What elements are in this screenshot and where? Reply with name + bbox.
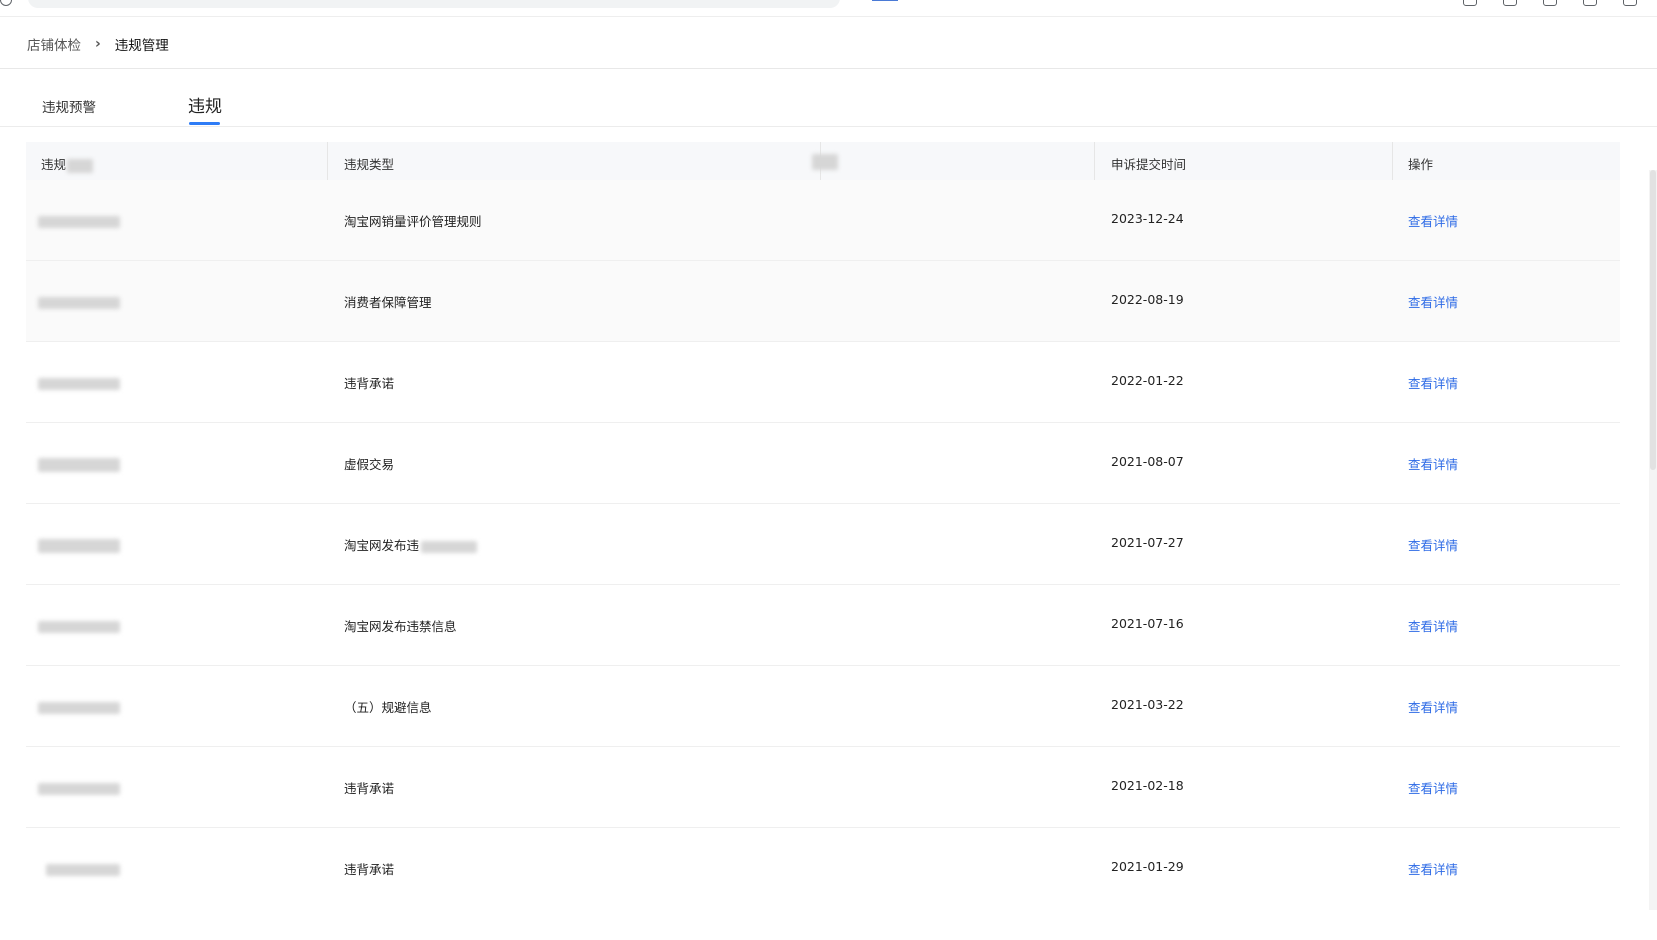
violation-type: （五）规避信息 [344,700,432,715]
table-header: 违规 违规类型 申诉提交时间 操作 [26,142,1620,180]
violation-id [38,375,120,390]
active-tab-indicator [189,122,220,125]
header-actions: 操作 [1408,157,1434,172]
redacted-text [67,158,94,173]
violation-type: 淘宝网发布违 [344,535,478,554]
browser-action-icon[interactable] [1543,0,1557,6]
redacted-text [38,538,120,553]
scrollbar-thumb[interactable] [1650,170,1656,470]
violation-id [38,537,120,553]
redacted-text [421,540,478,553]
violation-type: 违背承诺 [344,781,395,796]
view-details-link[interactable]: 查看详情 [1408,859,1458,878]
violation-id [38,456,120,472]
appeal-date: 2021-07-16 [1111,616,1184,631]
reload-icon[interactable] [0,0,12,6]
appeal-date: 2023-12-24 [1111,211,1184,226]
appeal-date: 2021-07-27 [1111,535,1184,550]
breadcrumb-parent[interactable]: 店铺体检 [27,34,81,54]
violation-table: 违规 违规类型 申诉提交时间 操作 淘宝网销量评价管理规则 2023-12-24… [26,142,1620,908]
breadcrumb: 店铺体检 › 违规管理 [27,34,169,54]
browser-action-icon[interactable] [1503,0,1517,6]
view-details-link[interactable]: 查看详情 [1408,616,1458,635]
violation-type: 淘宝网销量评价管理规则 [344,214,482,229]
redacted-text [46,863,120,876]
violation-type: 违背承诺 [344,376,395,391]
view-details-link[interactable]: 查看详情 [1408,535,1458,554]
browser-action-icon[interactable] [1623,0,1637,6]
header-violation-id-label: 违规 [41,157,67,172]
address-bar[interactable] [28,0,840,8]
browser-toolbar [0,0,1657,17]
redacted-text [38,620,120,633]
table-row: （五）规避信息 2021-03-22 查看详情 [26,666,1620,747]
violation-type: 消费者保障管理 [344,295,432,310]
redacted-text [38,782,120,795]
appeal-date: 2021-02-18 [1111,778,1184,793]
breadcrumb-current: 违规管理 [114,38,169,54]
column-divider [327,142,328,180]
table-row: 违背承诺 2021-01-29 查看详情 [26,828,1620,908]
redacted-text [38,215,120,228]
view-details-link[interactable]: 查看详情 [1408,697,1458,716]
violation-id [38,780,120,795]
table-row: 违背承诺 2021-02-18 查看详情 [26,747,1620,828]
view-details-link[interactable]: 查看详情 [1408,211,1458,230]
column-divider [1392,142,1393,180]
view-details-link[interactable]: 查看详情 [1408,292,1458,311]
appeal-date: 2021-03-22 [1111,697,1184,712]
violation-type: 违背承诺 [344,862,395,877]
page: 店铺体检 › 违规管理 违规预警 违规 违规 违规类型 申诉提交时间 操作 淘宝… [0,0,1657,940]
redacted-text [812,153,838,170]
violation-id [38,618,120,633]
violation-id [38,294,120,309]
table-row: 淘宝网发布违 2021-07-27 查看详情 [26,504,1620,585]
column-divider [1094,142,1095,180]
table-row: 淘宝网发布违禁信息 2021-07-16 查看详情 [26,585,1620,666]
header-appeal-time: 申诉提交时间 [1111,157,1187,172]
appeal-date: 2021-08-07 [1111,454,1184,469]
view-details-link[interactable]: 查看详情 [1408,373,1458,392]
view-details-link[interactable]: 查看详情 [1408,778,1458,797]
chevron-right-icon: › [95,36,101,52]
violation-id [38,861,120,876]
table-row: 消费者保障管理 2022-08-19 查看详情 [26,261,1620,342]
appeal-date: 2021-01-29 [1111,859,1184,874]
vertical-scrollbar[interactable] [1649,170,1657,910]
browser-action-icon[interactable] [1463,0,1477,6]
header-violation-type: 违规类型 [344,157,395,172]
redacted-text [38,377,120,390]
appeal-date: 2022-01-22 [1111,373,1184,388]
table-row: 违背承诺 2022-01-22 查看详情 [26,342,1620,423]
divider [0,126,1657,127]
tab-violation[interactable]: 违规 [188,92,222,117]
view-details-link[interactable]: 查看详情 [1408,454,1458,473]
divider [0,68,1657,69]
table-row: 虚假交易 2021-08-07 查看详情 [26,423,1620,504]
toolbar-accent-mark [872,0,898,1]
redacted-text [38,457,120,472]
appeal-date: 2022-08-19 [1111,292,1184,307]
header-redacted [812,153,838,170]
browser-toolbar-icons [1463,0,1637,6]
violation-type-label: 淘宝网发布违 [344,538,420,553]
violation-type: 虚假交易 [344,457,395,472]
redacted-text [38,701,120,714]
table-row: 淘宝网销量评价管理规则 2023-12-24 查看详情 [26,180,1620,261]
violation-id [38,699,120,714]
browser-action-icon[interactable] [1583,0,1597,6]
violation-id [38,213,120,228]
violation-type: 淘宝网发布违禁信息 [344,619,457,634]
tab-bar: 违规预警 违规 [0,86,1657,126]
header-violation-id: 违规 [41,154,94,173]
tab-violation-warning[interactable]: 违规预警 [42,96,96,116]
redacted-text [38,296,120,309]
